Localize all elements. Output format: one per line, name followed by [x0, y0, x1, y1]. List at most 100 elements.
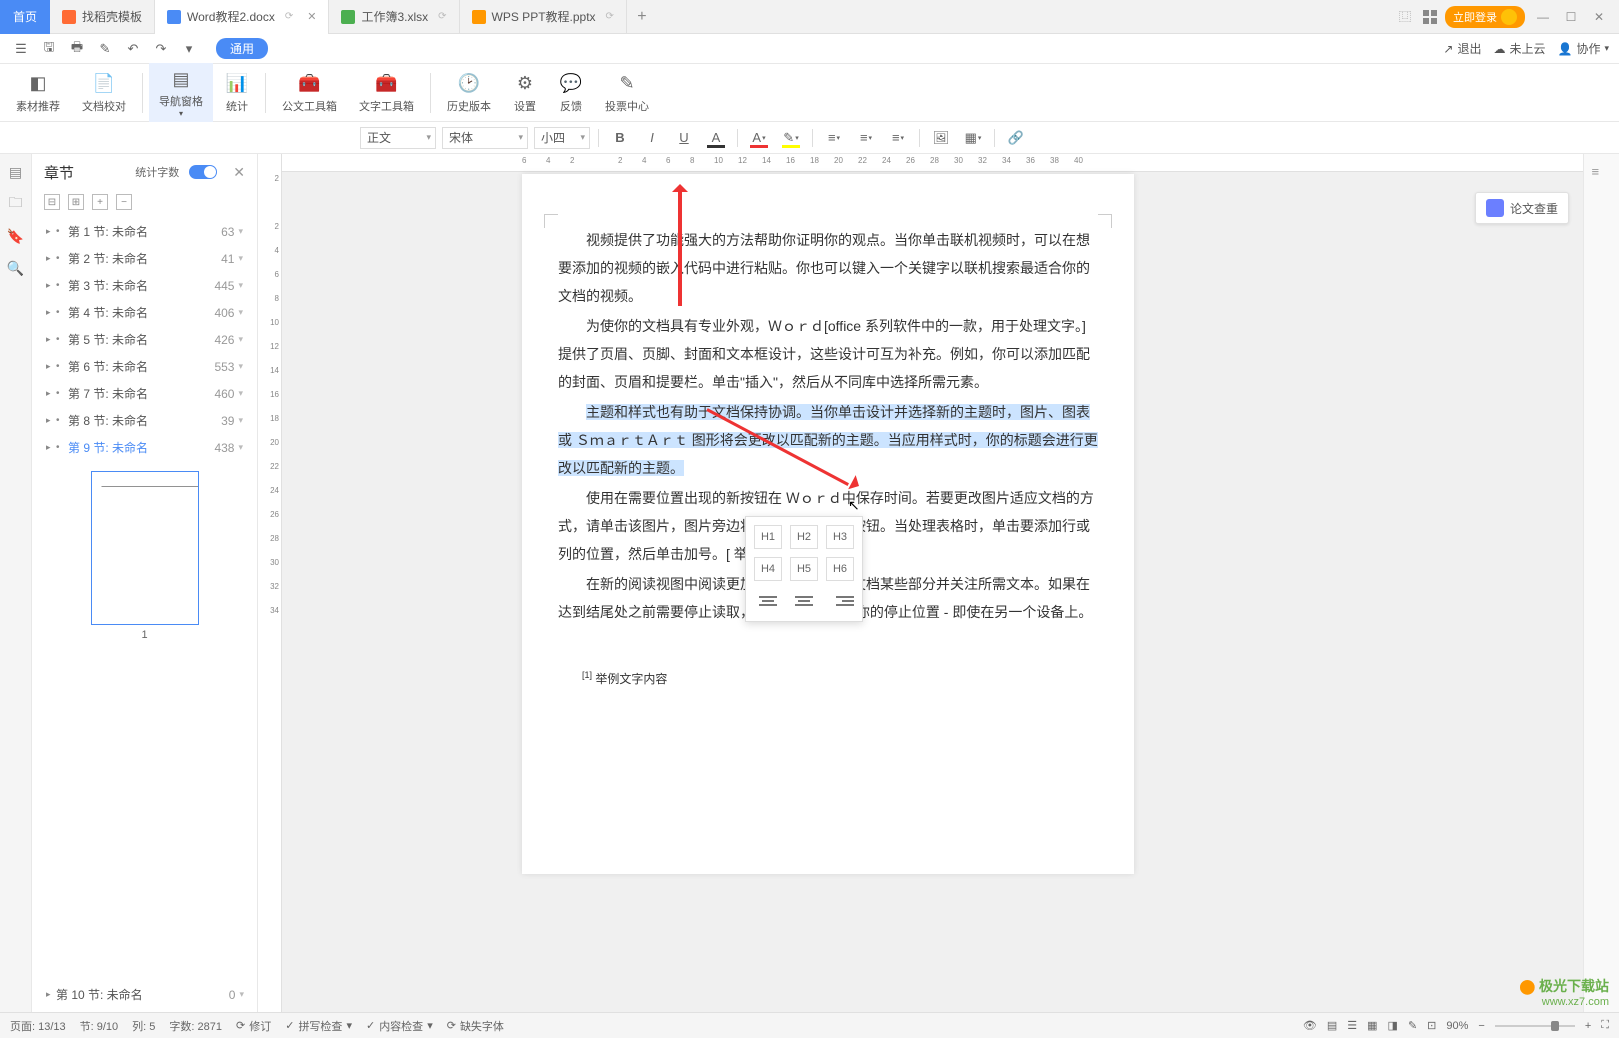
status-missfont[interactable]: ⟳ 缺失字体: [447, 1018, 504, 1034]
align-button[interactable]: ≡: [885, 126, 911, 150]
chapter-section-9[interactable]: ▸•第 9 节: 未命名438▾: [32, 434, 257, 461]
link-button[interactable]: 🔗: [1003, 126, 1029, 150]
view-web-icon[interactable]: ▦: [1367, 1019, 1377, 1032]
heading-h5[interactable]: H5: [790, 557, 818, 581]
preview-icon[interactable]: ✎: [94, 38, 116, 60]
close-icon[interactable]: ✕: [307, 10, 316, 23]
collapse-all-icon[interactable]: ⊟: [44, 194, 60, 210]
close-button[interactable]: ✕: [1589, 7, 1609, 27]
ribbon-official-tools[interactable]: 🧰公文工具箱: [272, 68, 347, 118]
maximize-button[interactable]: ☐: [1561, 7, 1581, 27]
align-right-button[interactable]: [826, 589, 854, 613]
status-content[interactable]: ✓ 内容检查 ▾: [366, 1018, 433, 1034]
restore-icon[interactable]: ⟳: [285, 11, 293, 22]
remove-section-icon[interactable]: −: [116, 194, 132, 210]
chapter-section-1[interactable]: ▸•第 1 节: 未命名63▾: [32, 218, 257, 245]
footnote[interactable]: [1] 举例文字内容: [558, 666, 1098, 691]
font-color-button[interactable]: A: [746, 126, 772, 150]
ribbon-vote[interactable]: ✎投票中心: [595, 68, 659, 118]
expand-all-icon[interactable]: ⊞: [68, 194, 84, 210]
save-icon[interactable]: 🖫: [38, 38, 60, 60]
chapter-section-2[interactable]: ▸•第 2 节: 未命名41▾: [32, 245, 257, 272]
dropdown-icon[interactable]: ▾: [178, 38, 200, 60]
view-read-icon[interactable]: ◨: [1388, 1019, 1398, 1032]
tab-word-doc[interactable]: Word教程2.docx ⟳ ✕: [155, 0, 329, 34]
home-tab[interactable]: 首页: [0, 0, 50, 34]
chapter-section-7[interactable]: ▸•第 7 节: 未命名460▾: [32, 380, 257, 407]
bullet-list-button[interactable]: ≡: [853, 126, 879, 150]
eye-mode-icon[interactable]: 👁: [1303, 1019, 1317, 1032]
paragraph-2[interactable]: 为使你的文档具有专业外观，Ｗｏｒｄ[office 系列软件中的一款，用于处理文字…: [558, 312, 1098, 396]
menu-icon[interactable]: ☰: [10, 38, 32, 60]
chapter-section-10[interactable]: ▸ 第 10 节: 未命名 0 ▾: [32, 981, 258, 1008]
undo-icon[interactable]: ↶: [122, 38, 144, 60]
numbered-list-button[interactable]: ≡: [821, 126, 847, 150]
zoom-slider[interactable]: [1495, 1025, 1575, 1027]
highlight-tool-icon[interactable]: ✎: [1408, 1019, 1417, 1032]
reader-mode-icon[interactable]: ⿶: [1395, 7, 1415, 27]
view-page-icon[interactable]: ▤: [1327, 1019, 1337, 1032]
horizontal-ruler[interactable]: 642246810121416182022242628303234363840: [282, 154, 1583, 172]
heading-h2[interactable]: H2: [790, 525, 818, 549]
font-color-a-button[interactable]: A: [703, 126, 729, 150]
panel-close-icon[interactable]: ✕: [233, 164, 245, 181]
align-left-button[interactable]: [754, 589, 782, 613]
rail-collapse-icon[interactable]: ≡: [1592, 164, 1612, 184]
ribbon-stats[interactable]: 📊统计: [215, 68, 259, 118]
ribbon-material[interactable]: ◧素材推荐: [6, 68, 70, 118]
highlight-button[interactable]: ✎: [778, 126, 804, 150]
wordcount-toggle[interactable]: [189, 165, 217, 179]
rail-bookmark-icon[interactable]: 🔖: [6, 226, 26, 246]
ribbon-settings[interactable]: ⚙设置: [503, 68, 547, 118]
restore-icon[interactable]: ⟳: [606, 11, 614, 22]
login-button[interactable]: 立即登录: [1445, 6, 1525, 28]
page-thumbnail[interactable]: ▬▬▬▬▬▬▬▬▬▬▬▬▬▬▬▬▬▬▬▬▬▬▬▬▬▬▬▬▬▬▬▬▬▬▬▬▬▬▬▬…: [91, 471, 199, 625]
fullscreen-icon[interactable]: ⛶: [1601, 1019, 1609, 1032]
paragraph-1[interactable]: 视频提供了功能强大的方法帮助你证明你的观点。当你单击联机视频时，可以在想要添加的…: [558, 226, 1098, 310]
redo-icon[interactable]: ↷: [150, 38, 172, 60]
collab-button[interactable]: 👤协作▾: [1558, 40, 1610, 57]
status-revise[interactable]: ⟳ 修订: [236, 1018, 271, 1034]
underline-button[interactable]: U: [671, 126, 697, 150]
print-icon[interactable]: 🖶: [66, 38, 88, 60]
status-words[interactable]: 字数: 2871: [169, 1018, 222, 1034]
ribbon-proofread[interactable]: 📄文档校对: [72, 68, 136, 118]
bold-button[interactable]: B: [607, 126, 633, 150]
view-outline-icon[interactable]: ☰: [1347, 1019, 1357, 1032]
status-page[interactable]: 页面: 13/13: [10, 1018, 66, 1034]
tab-template[interactable]: 找稻壳模板: [50, 0, 155, 34]
style-select[interactable]: 正文: [360, 127, 436, 149]
status-column[interactable]: 列: 5: [132, 1018, 155, 1034]
rail-doc-icon[interactable]: ▤: [6, 162, 26, 182]
chapter-section-3[interactable]: ▸•第 3 节: 未命名445▾: [32, 272, 257, 299]
font-size-select[interactable]: 小四: [534, 127, 590, 149]
app-grid-icon[interactable]: [1423, 10, 1437, 24]
fit-width-icon[interactable]: ⊡: [1427, 1019, 1436, 1032]
chapter-section-6[interactable]: ▸•第 6 节: 未命名553▾: [32, 353, 257, 380]
zoom-in-button[interactable]: +: [1585, 1020, 1591, 1032]
align-center-button[interactable]: [790, 589, 818, 613]
chapter-section-4[interactable]: ▸•第 4 节: 未命名406▾: [32, 299, 257, 326]
zoom-level[interactable]: 90%: [1446, 1020, 1468, 1032]
add-section-icon[interactable]: +: [92, 194, 108, 210]
ribbon-navigation[interactable]: ▤导航窗格▾: [149, 63, 213, 122]
heading-h1[interactable]: H1: [754, 525, 782, 549]
image-button[interactable]: 🖼: [928, 126, 954, 150]
zoom-out-button[interactable]: −: [1478, 1020, 1484, 1032]
rail-work-icon[interactable]: 🗀: [6, 194, 26, 214]
heading-h3[interactable]: H3: [826, 525, 854, 549]
vertical-ruler[interactable]: 2246810121416182022242628303234: [258, 154, 282, 1012]
cloud-status[interactable]: ☁未上云: [1493, 40, 1545, 57]
italic-button[interactable]: I: [639, 126, 665, 150]
chapter-section-8[interactable]: ▸•第 8 节: 未命名39▾: [32, 407, 257, 434]
status-section[interactable]: 节: 9/10: [80, 1018, 119, 1034]
tab-ppt[interactable]: WPS PPT教程.pptx ⟳: [460, 0, 627, 34]
rail-search-icon[interactable]: 🔍: [6, 258, 26, 278]
ribbon-history[interactable]: 🕑历史版本: [437, 68, 501, 118]
font-select[interactable]: 宋体: [442, 127, 528, 149]
paper-check-button[interactable]: 论文查重: [1475, 192, 1569, 224]
status-spell[interactable]: ✓ 拼写检查 ▾: [285, 1018, 352, 1034]
heading-h6[interactable]: H6: [826, 557, 854, 581]
ribbon-feedback[interactable]: 💬反馈: [549, 68, 593, 118]
add-tab-button[interactable]: +: [627, 8, 657, 26]
